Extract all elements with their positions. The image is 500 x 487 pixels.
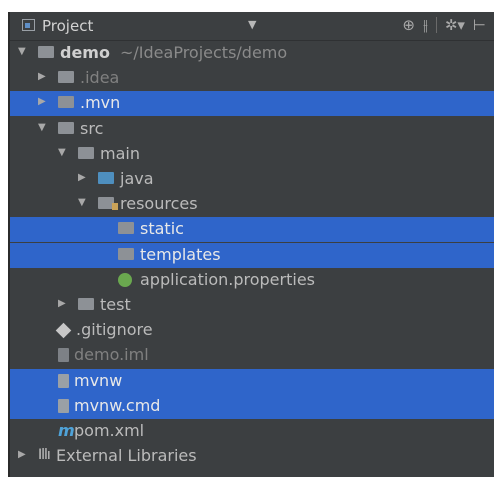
git-icon (55, 322, 72, 339)
header-toolbar: ⊕ ⫲ ✲▾ ⊢ (402, 16, 486, 34)
project-view-icon (22, 19, 35, 31)
folder-icon (58, 96, 74, 109)
tree-row-static[interactable]: static (10, 217, 494, 243)
tree-item-label: .mvn (80, 93, 121, 113)
project-path: ~/IdeaProjects/demo (120, 43, 288, 62)
folder-icon (118, 247, 134, 260)
source-folder-icon (98, 172, 114, 184)
project-tool-window: Project ▼ ⊕ ⫲ ✲▾ ⊢ ▼ demo ~/IdeaProjects/d… (8, 12, 494, 477)
tree-row-test[interactable]: ▶ test (10, 293, 494, 318)
libraries-icon: Illı (38, 447, 51, 464)
resources-folder-icon (98, 197, 118, 211)
collapsed-arrow-icon[interactable]: ▶ (18, 449, 30, 463)
tree-item-label: mvnw (74, 370, 123, 390)
collapsed-arrow-icon[interactable]: ▶ (38, 96, 50, 110)
tree-item-label: templates (140, 244, 221, 264)
module-folder-icon (38, 46, 54, 58)
iml-file-icon (58, 348, 69, 363)
tree-item-label: static (140, 219, 184, 239)
project-title[interactable]: Project (42, 17, 93, 35)
tree-row-resources[interactable]: ▼ resources (10, 192, 494, 217)
tree-row-gitignore[interactable]: .gitignore (10, 318, 494, 343)
tree-item-label: java (120, 169, 154, 188)
expanded-arrow-icon[interactable]: ▼ (38, 122, 50, 136)
tree-row-templates[interactable]: templates (10, 242, 494, 268)
tree-row-demo[interactable]: ▼ demo ~/IdeaProjects/demo (10, 41, 494, 66)
folder-icon (78, 146, 94, 159)
expanded-arrow-icon[interactable]: ▼ (18, 46, 30, 60)
tree-row-application-properties[interactable]: application.properties (10, 268, 494, 293)
tree-row-main[interactable]: ▼ main (10, 142, 494, 167)
tree-item-label: src (80, 118, 104, 138)
tree-item-label: main (100, 143, 140, 163)
expanded-arrow-icon[interactable]: ▼ (78, 197, 90, 211)
folder-icon (78, 298, 94, 310)
tree-row-src[interactable]: ▼ src (10, 117, 494, 142)
tree-row-external-libraries[interactable]: ▶ Illı External Libraries (10, 444, 494, 469)
folder-icon (58, 121, 74, 134)
file-icon (58, 398, 69, 413)
tree-item-label: pom.xml (74, 421, 145, 440)
toolbar-separator (435, 17, 437, 33)
tree-item-label: External Libraries (56, 446, 197, 466)
tree-item-label: .idea (80, 68, 120, 88)
tree-row-mvnw[interactable]: mvnw (10, 368, 494, 394)
tree-item-label: test (100, 295, 131, 314)
tree-row-demo-iml[interactable]: demo.iml (10, 343, 494, 368)
target-icon[interactable]: ⊕ (402, 16, 415, 34)
tree-item-label: mvnw.cmd (74, 395, 161, 415)
collapsed-arrow-icon[interactable]: ▶ (58, 298, 70, 312)
tree-row-pom-xml[interactable]: m pom.xml (10, 419, 494, 444)
expanded-arrow-icon[interactable]: ▼ (58, 147, 70, 161)
folder-icon (58, 71, 74, 84)
project-header: Project ▼ ⊕ ⫲ ✲▾ ⊢ (10, 12, 494, 41)
folder-icon (118, 222, 134, 235)
tree-row-mvn[interactable]: ▶ .mvn (10, 91, 494, 117)
tree-item-label: demo (60, 43, 110, 62)
collapsed-arrow-icon[interactable]: ▶ (38, 71, 50, 85)
tree-item-label: demo.iml (74, 345, 149, 365)
spring-properties-icon (118, 272, 132, 287)
split-icon[interactable]: ⫲ (423, 16, 428, 34)
chevron-down-icon[interactable]: ▼ (248, 18, 256, 31)
tree-row-java[interactable]: ▶ java (10, 167, 494, 192)
tree-row-mvnw-cmd[interactable]: mvnw.cmd (10, 393, 494, 419)
file-icon (58, 373, 69, 388)
tree-item-label: resources (120, 194, 198, 214)
collapsed-arrow-icon[interactable]: ▶ (78, 172, 90, 186)
tree-item-label: application.properties (140, 269, 315, 289)
gear-icon[interactable]: ✲▾ (445, 16, 465, 34)
tree-row-idea[interactable]: ▶ .idea (10, 66, 494, 91)
tree-item-label: .gitignore (76, 320, 153, 340)
hide-icon[interactable]: ⊢ (473, 16, 486, 34)
maven-icon: m (58, 421, 75, 440)
